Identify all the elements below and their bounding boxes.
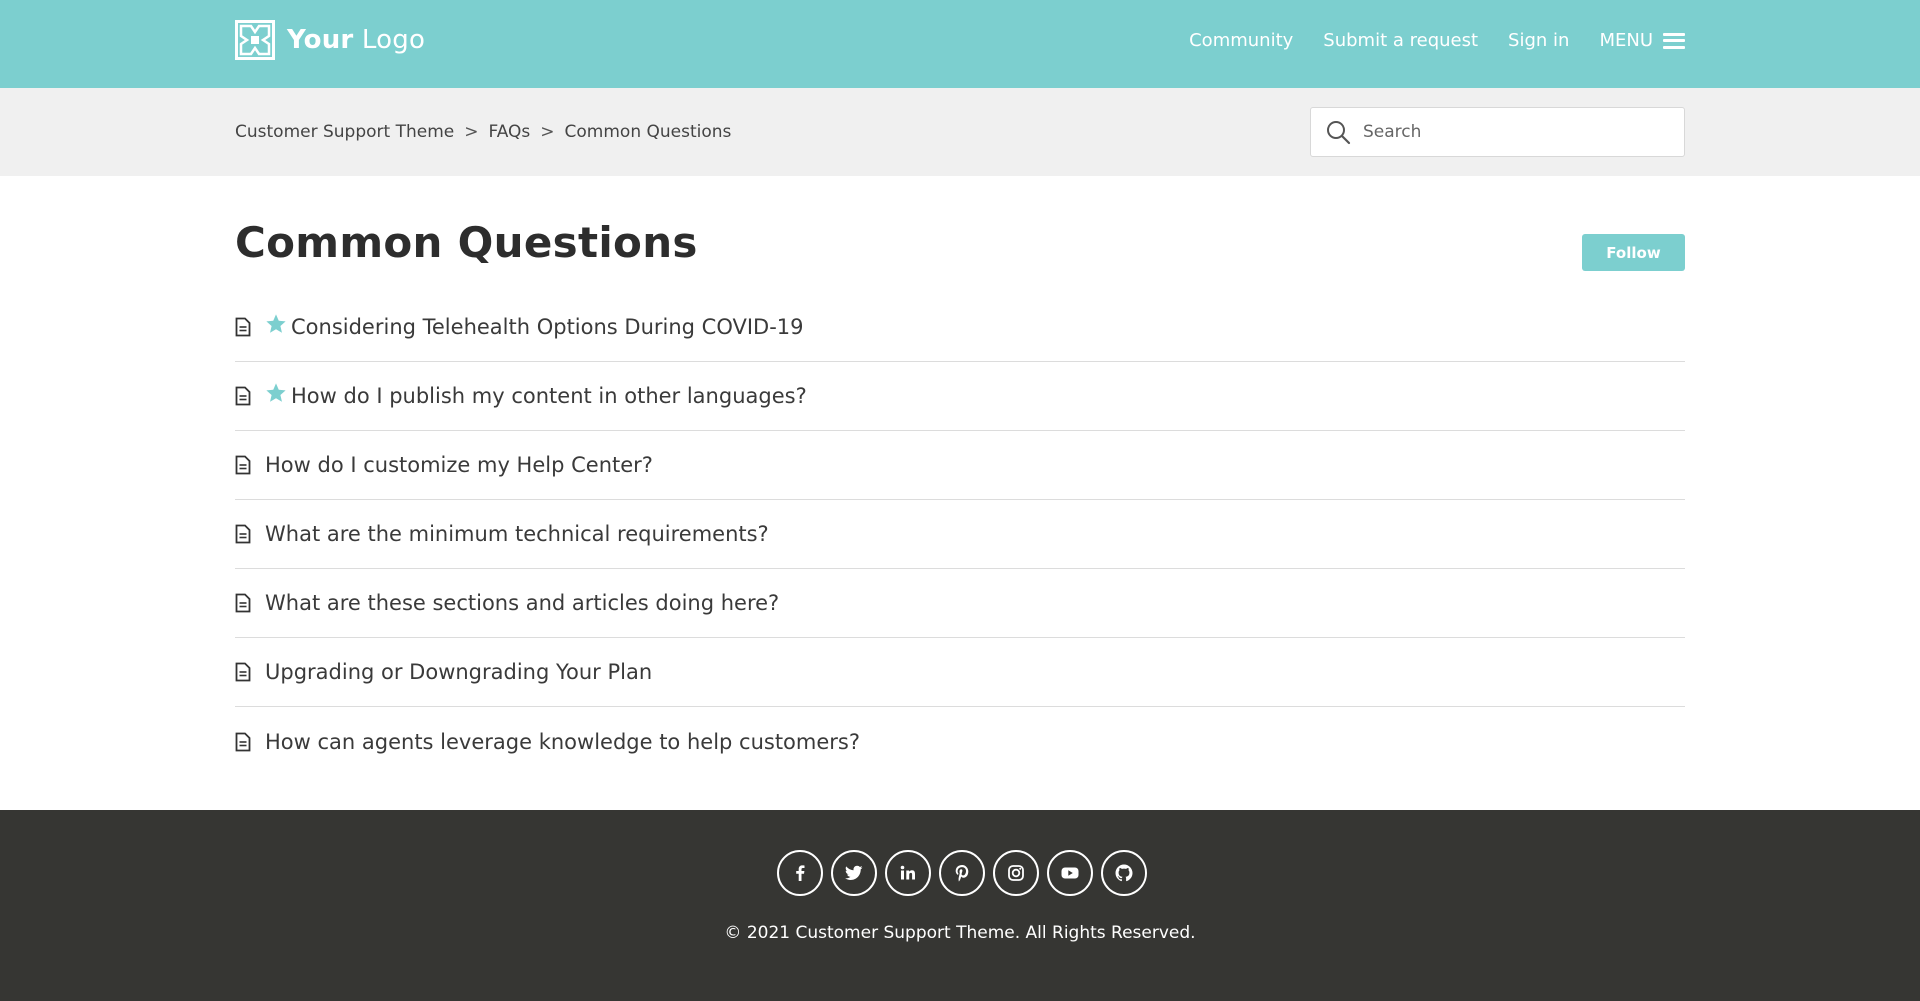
search-box	[1310, 107, 1685, 157]
logo-text-light: Logo	[361, 25, 426, 55]
menu-button[interactable]: MENU	[1599, 30, 1685, 51]
list-item: Upgrading or Downgrading Your Plan	[235, 638, 1685, 707]
document-icon	[235, 732, 251, 751]
breadcrumb-separator: >	[464, 122, 479, 142]
top-nav: Community Submit a request Sign in MENU	[1189, 30, 1685, 51]
social-links	[777, 850, 1147, 896]
hamburger-icon	[1663, 32, 1685, 49]
document-icon	[235, 524, 251, 544]
breadcrumb-separator: >	[540, 122, 555, 142]
youtube-icon	[1061, 867, 1079, 879]
list-item: How can agents leverage knowledge to hel…	[235, 707, 1685, 776]
article-title: How do I customize my Help Center?	[265, 453, 653, 477]
document-icon	[235, 386, 251, 406]
article-title: Upgrading or Downgrading Your Plan	[265, 660, 653, 684]
github-link[interactable]	[1101, 850, 1147, 896]
article-link[interactable]: How can agents leverage knowledge to hel…	[235, 730, 860, 754]
logo-text: Your Logo	[287, 25, 425, 55]
article-title: How can agents leverage knowledge to hel…	[265, 729, 861, 754]
nav-sign-in-link[interactable]: Sign in	[1508, 30, 1569, 51]
menu-label: MENU	[1599, 30, 1653, 51]
breadcrumb-item-current[interactable]: Common Questions	[565, 122, 732, 142]
breadcrumb: Customer Support Theme > FAQs > Common Q…	[235, 122, 731, 142]
linkedin-link[interactable]	[885, 850, 931, 896]
article-title: Considering Telehealth Options During CO…	[291, 315, 804, 339]
twitter-icon	[845, 865, 863, 880]
youtube-link[interactable]	[1047, 850, 1093, 896]
sub-navigation-bar: Customer Support Theme > FAQs > Common Q…	[0, 88, 1920, 176]
nav-submit-request-link[interactable]: Submit a request	[1323, 30, 1478, 51]
article-title: What are the minimum technical requireme…	[265, 522, 769, 546]
article-link[interactable]: What are the minimum technical requireme…	[235, 522, 769, 546]
search-icon	[1327, 121, 1351, 145]
site-footer: © 2021 Customer Support Theme. All Right…	[0, 810, 1920, 1001]
search-input[interactable]	[1363, 122, 1663, 142]
page-title: Common Questions	[235, 218, 698, 267]
logo-icon	[235, 20, 275, 60]
pinterest-link[interactable]	[939, 850, 985, 896]
list-item: Considering Telehealth Options During CO…	[235, 293, 1685, 362]
copyright-text: © 2021 Customer Support Theme. All Right…	[724, 923, 1196, 943]
article-title: How do I publish my content in other lan…	[291, 384, 807, 408]
logo-link[interactable]: Your Logo	[235, 20, 425, 60]
logo-text-bold: Your	[287, 25, 354, 55]
document-icon	[235, 593, 251, 613]
list-item: What are the minimum technical requireme…	[235, 500, 1685, 569]
nav-community-link[interactable]: Community	[1189, 30, 1293, 51]
follow-button[interactable]: Follow	[1582, 234, 1685, 271]
subbar-inner: Customer Support Theme > FAQs > Common Q…	[235, 88, 1685, 176]
pinterest-icon	[955, 865, 969, 882]
article-link[interactable]: Considering Telehealth Options During CO…	[235, 314, 804, 339]
star-icon	[266, 314, 286, 333]
document-icon	[235, 662, 251, 682]
star-icon	[266, 383, 286, 402]
breadcrumb-item-faqs[interactable]: FAQs	[488, 122, 530, 142]
article-title: What are these sections and articles doi…	[265, 591, 780, 615]
header-inner: Your Logo Community Submit a request Sig…	[235, 0, 1685, 88]
document-icon	[235, 455, 251, 475]
instagram-icon	[1008, 865, 1024, 881]
instagram-link[interactable]	[993, 850, 1039, 896]
site-header: Your Logo Community Submit a request Sig…	[0, 0, 1920, 88]
twitter-link[interactable]	[831, 850, 877, 896]
document-icon	[235, 317, 251, 337]
article-link[interactable]: How do I customize my Help Center?	[235, 453, 653, 477]
article-list: Considering Telehealth Options During CO…	[235, 293, 1685, 776]
article-link[interactable]: What are these sections and articles doi…	[235, 591, 779, 615]
article-link[interactable]: How do I publish my content in other lan…	[235, 383, 807, 408]
main-content: Common Questions Follow Considering Tele…	[235, 176, 1685, 810]
facebook-icon	[796, 865, 805, 881]
linkedin-icon	[900, 865, 915, 880]
list-item: What are these sections and articles doi…	[235, 569, 1685, 638]
article-link[interactable]: Upgrading or Downgrading Your Plan	[235, 660, 652, 684]
facebook-link[interactable]	[777, 850, 823, 896]
list-item: How do I customize my Help Center?	[235, 431, 1685, 500]
github-icon	[1115, 864, 1133, 882]
list-item: How do I publish my content in other lan…	[235, 362, 1685, 431]
breadcrumb-item-theme[interactable]: Customer Support Theme	[235, 122, 454, 142]
